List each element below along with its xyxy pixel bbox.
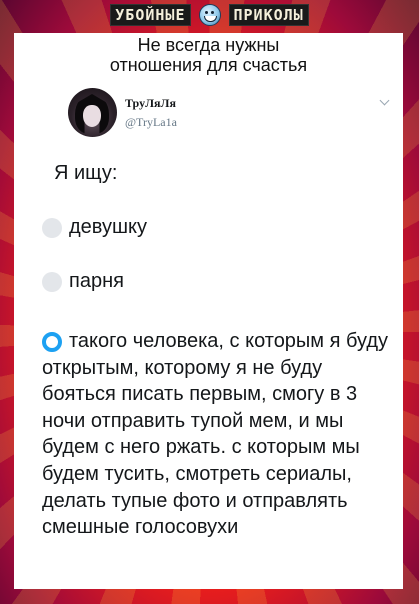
tweet-header: ТруЛяЛя @TryLa1a — [68, 88, 390, 144]
avatar[interactable] — [68, 88, 117, 137]
brand-word-left: УБОЙНЫЕ — [110, 4, 191, 26]
poll-option-girl[interactable]: девушку — [42, 216, 147, 239]
radio-unselected-icon[interactable] — [42, 218, 62, 238]
poll-option-label: парня — [69, 270, 124, 292]
meme-caption: Не всегда нужны отношения для счастья — [14, 35, 403, 75]
brand-header: УБОЙНЫЕ ПРИКОЛЫ — [0, 0, 419, 30]
poster-frame: УБОЙНЫЕ ПРИКОЛЫ Не всегда нужны отношени… — [0, 0, 419, 604]
chevron-down-icon[interactable] — [379, 95, 390, 106]
caption-line-1: Не всегда нужны — [137, 35, 280, 55]
poll-option-label: девушку — [69, 216, 147, 238]
user-handle[interactable]: @TryLa1a — [125, 115, 177, 130]
brand-word-right: ПРИКОЛЫ — [228, 4, 309, 26]
avatar-face-shape — [83, 105, 101, 127]
tweet-text: Я ищу: — [54, 162, 118, 184]
display-name[interactable]: ТруЛяЛя — [125, 96, 176, 111]
poll-option-label: такого человека, с которым я буду открыт… — [42, 330, 389, 539]
poll-option-guy[interactable]: парня — [42, 270, 124, 293]
meme-card: Не всегда нужны отношения для счастья Тр… — [14, 33, 403, 589]
radio-unselected-icon[interactable] — [42, 272, 62, 292]
laughing-face-icon — [198, 4, 221, 26]
caption-line-2: отношения для счастья — [109, 55, 308, 75]
